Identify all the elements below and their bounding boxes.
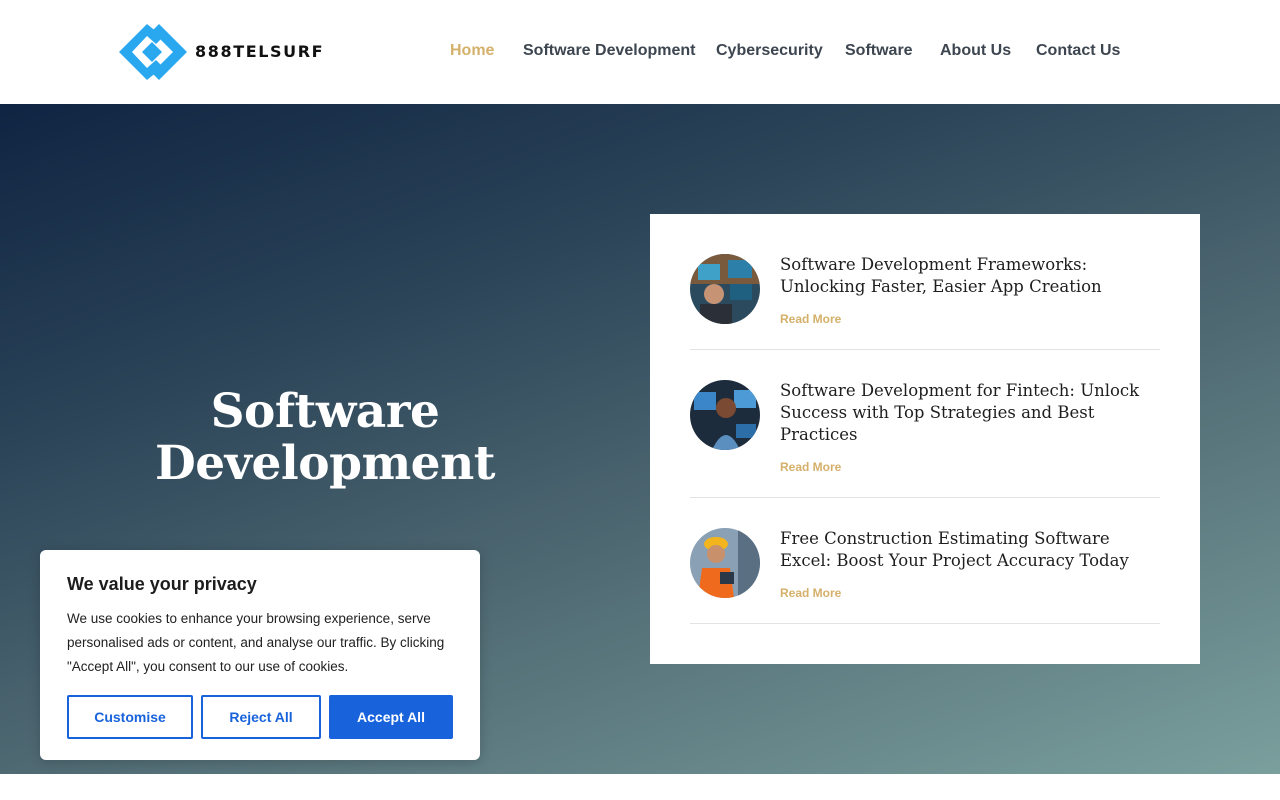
accept-all-button[interactable]: Accept All [329, 695, 453, 739]
read-more-link[interactable]: Read More [780, 312, 841, 326]
post-title[interactable]: Software Development Frameworks: Unlocki… [780, 254, 1165, 298]
post-thumbnail[interactable] [690, 254, 760, 324]
nav-cybersecurity[interactable]: Cybersecurity [716, 42, 823, 60]
post-title[interactable]: Software Development for Fintech: Unlock… [780, 380, 1165, 446]
reject-all-button[interactable]: Reject All [201, 695, 321, 739]
developer-image-icon [690, 254, 760, 324]
post-thumbnail[interactable] [690, 528, 760, 598]
post-thumbnail[interactable] [690, 380, 760, 450]
construction-image-icon [690, 528, 760, 598]
page-title: Software Development [110, 386, 540, 490]
nav-software[interactable]: Software [845, 42, 913, 60]
read-more-link[interactable]: Read More [780, 586, 841, 600]
read-more-link[interactable]: Read More [780, 460, 841, 474]
page-title-line2: Development [155, 436, 495, 491]
cookie-consent-banner: We value your privacy We use cookies to … [40, 550, 480, 760]
nav-contact-us[interactable]: Contact Us [1036, 42, 1120, 60]
post-item: Software Development Frameworks: Unlocki… [690, 254, 1160, 350]
cookie-description: We use cookies to enhance your browsing … [67, 611, 445, 674]
page-title-line1: Software [210, 384, 440, 439]
post-item: Free Construction Estimating Software Ex… [690, 528, 1160, 624]
fintech-image-icon [690, 380, 760, 450]
nav-home[interactable]: Home [450, 42, 494, 60]
post-title[interactable]: Free Construction Estimating Software Ex… [780, 528, 1165, 572]
site-header: 888TELSURF Home Software Development Cyb… [0, 0, 1280, 104]
nav-software-development[interactable]: Software Development [523, 42, 695, 60]
main-nav: Home Software Development Cybersecurity … [0, 42, 1280, 62]
post-item: Software Development for Fintech: Unlock… [690, 380, 1160, 498]
nav-about-us[interactable]: About Us [940, 42, 1011, 60]
posts-card: Software Development Frameworks: Unlocki… [650, 214, 1200, 664]
cookie-title: We value your privacy [67, 574, 257, 594]
customise-button[interactable]: Customise [67, 695, 193, 739]
